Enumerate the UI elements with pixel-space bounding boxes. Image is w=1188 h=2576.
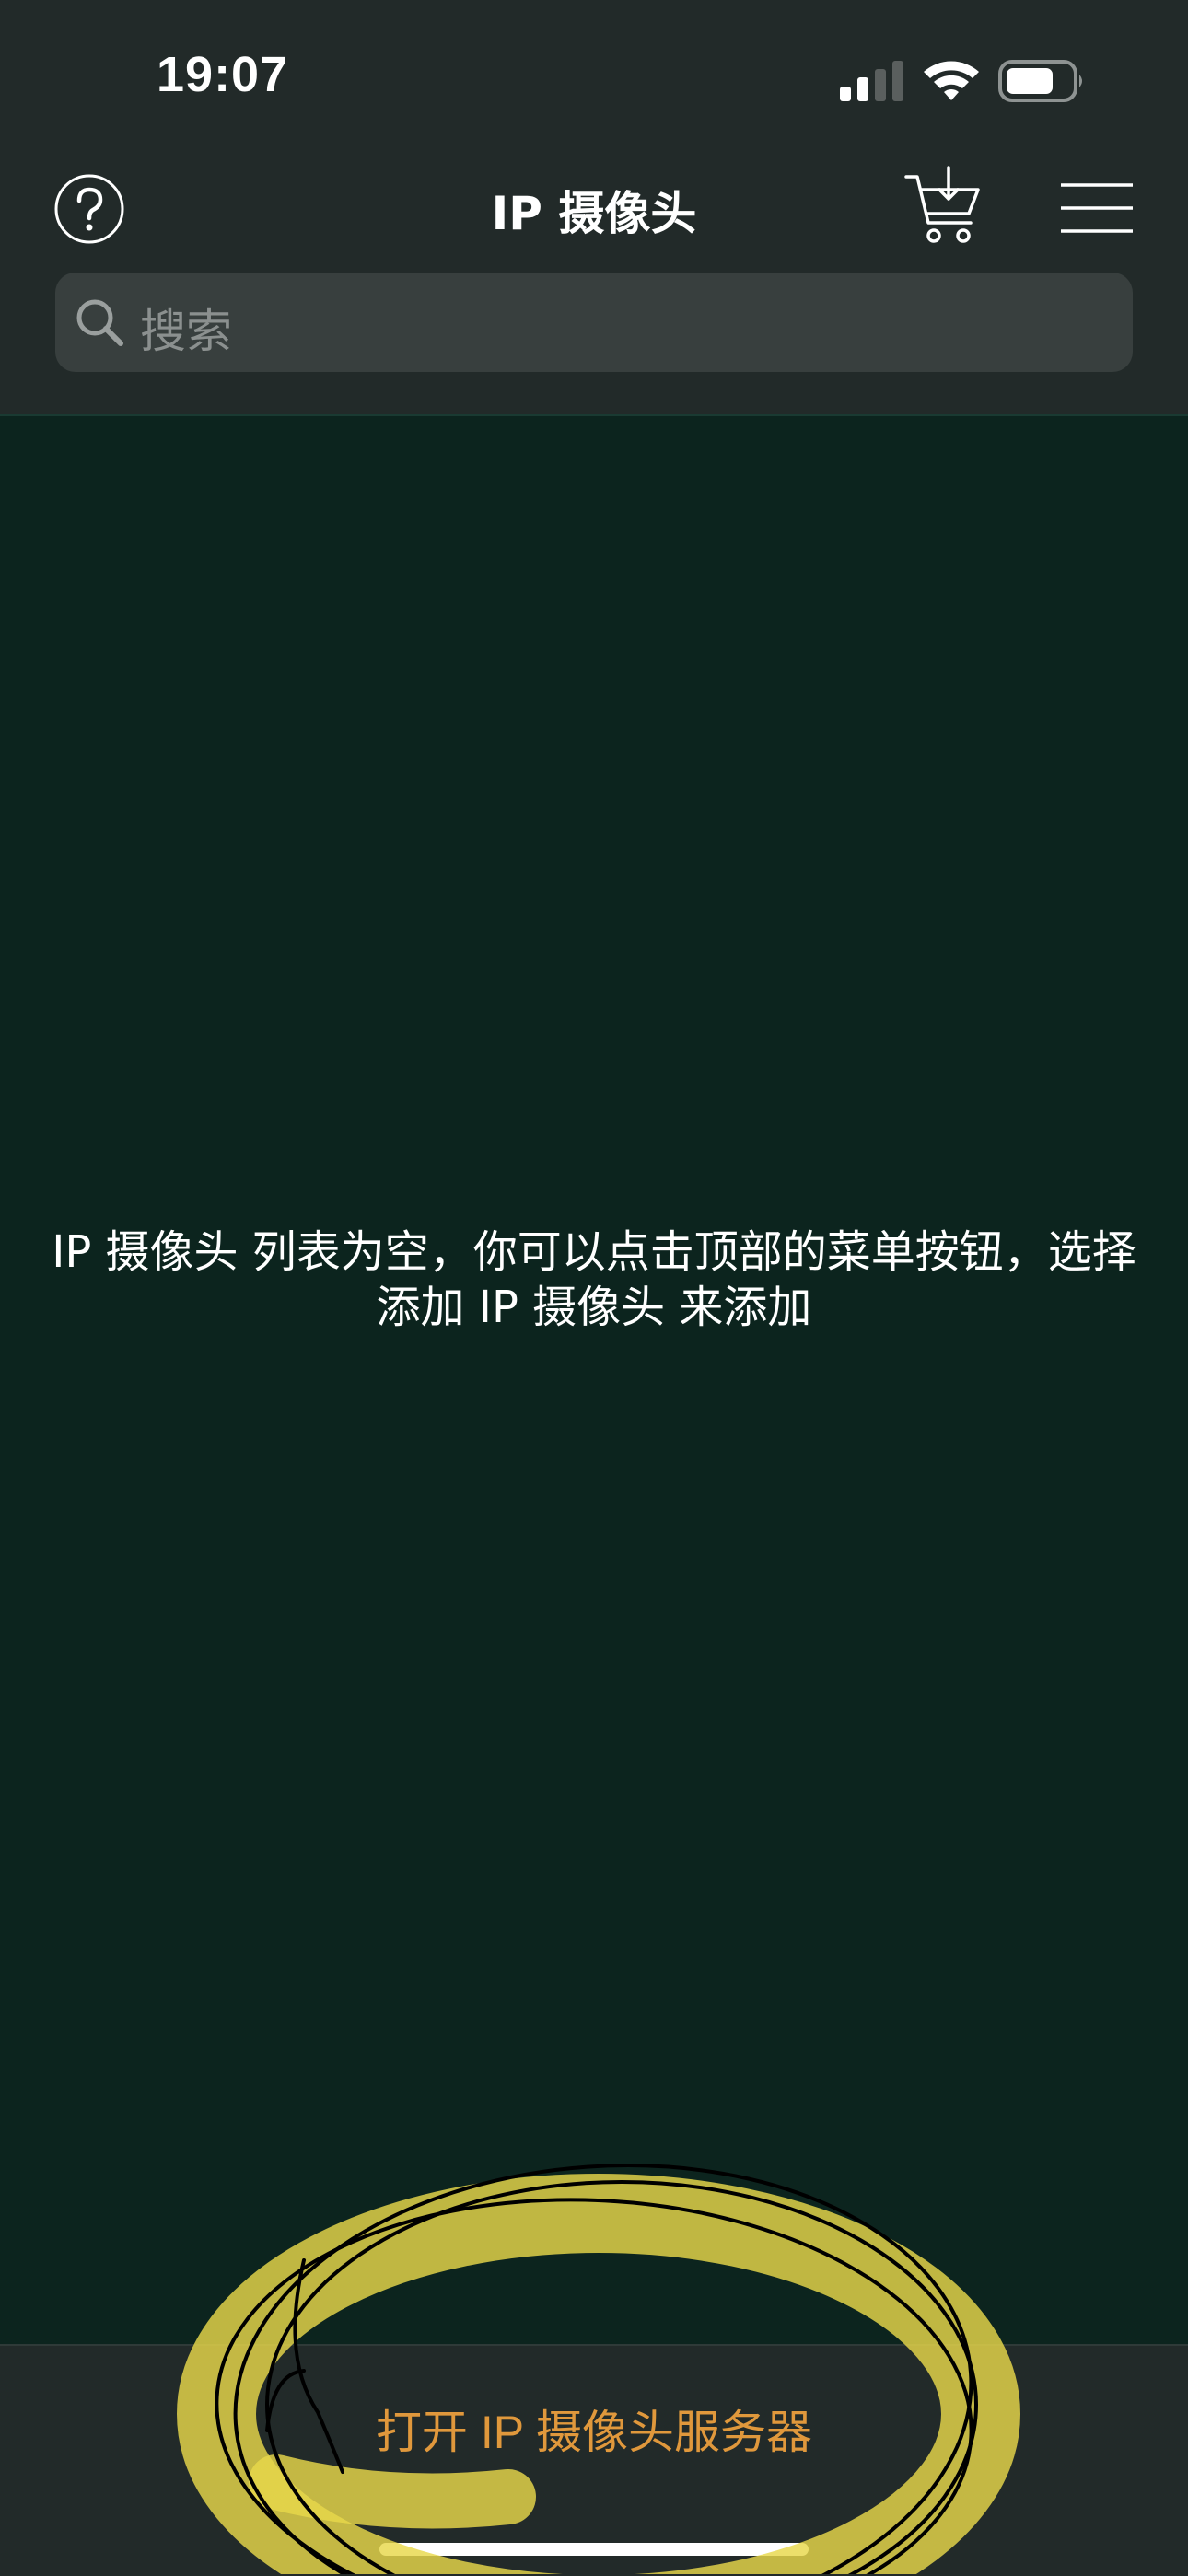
search-icon <box>76 299 123 346</box>
hamburger-menu-icon[interactable] <box>1061 182 1133 234</box>
search-input[interactable]: 搜索 <box>55 273 1133 372</box>
home-indicator <box>379 2543 809 2556</box>
header: 19:07 IP 摄像头 搜索 <box>0 0 1188 416</box>
nav-bar: IP 摄像头 <box>0 157 1188 267</box>
status-bar: 19:07 <box>0 0 1188 157</box>
open-server-button-label: 打开 IP 摄像头服务器 <box>375 2407 813 2458</box>
cellular-signal-icon <box>840 61 903 101</box>
search-placeholder: 搜索 <box>140 305 232 358</box>
status-time: 19:07 <box>157 47 289 102</box>
page-title: IP 摄像头 <box>491 187 697 240</box>
empty-list-message: IP 摄像头 列表为空，你可以点击顶部的菜单按钮，选择 添加 IP 摄像头 来添… <box>52 1226 1136 1333</box>
battery-icon <box>998 60 1082 102</box>
wifi-icon <box>924 61 979 100</box>
bottom-bar: 打开 IP 摄像头服务器 <box>0 2344 1188 2576</box>
cart-download-icon[interactable] <box>904 166 982 247</box>
open-server-button[interactable]: 打开 IP 摄像头服务器 <box>0 2346 1188 2502</box>
